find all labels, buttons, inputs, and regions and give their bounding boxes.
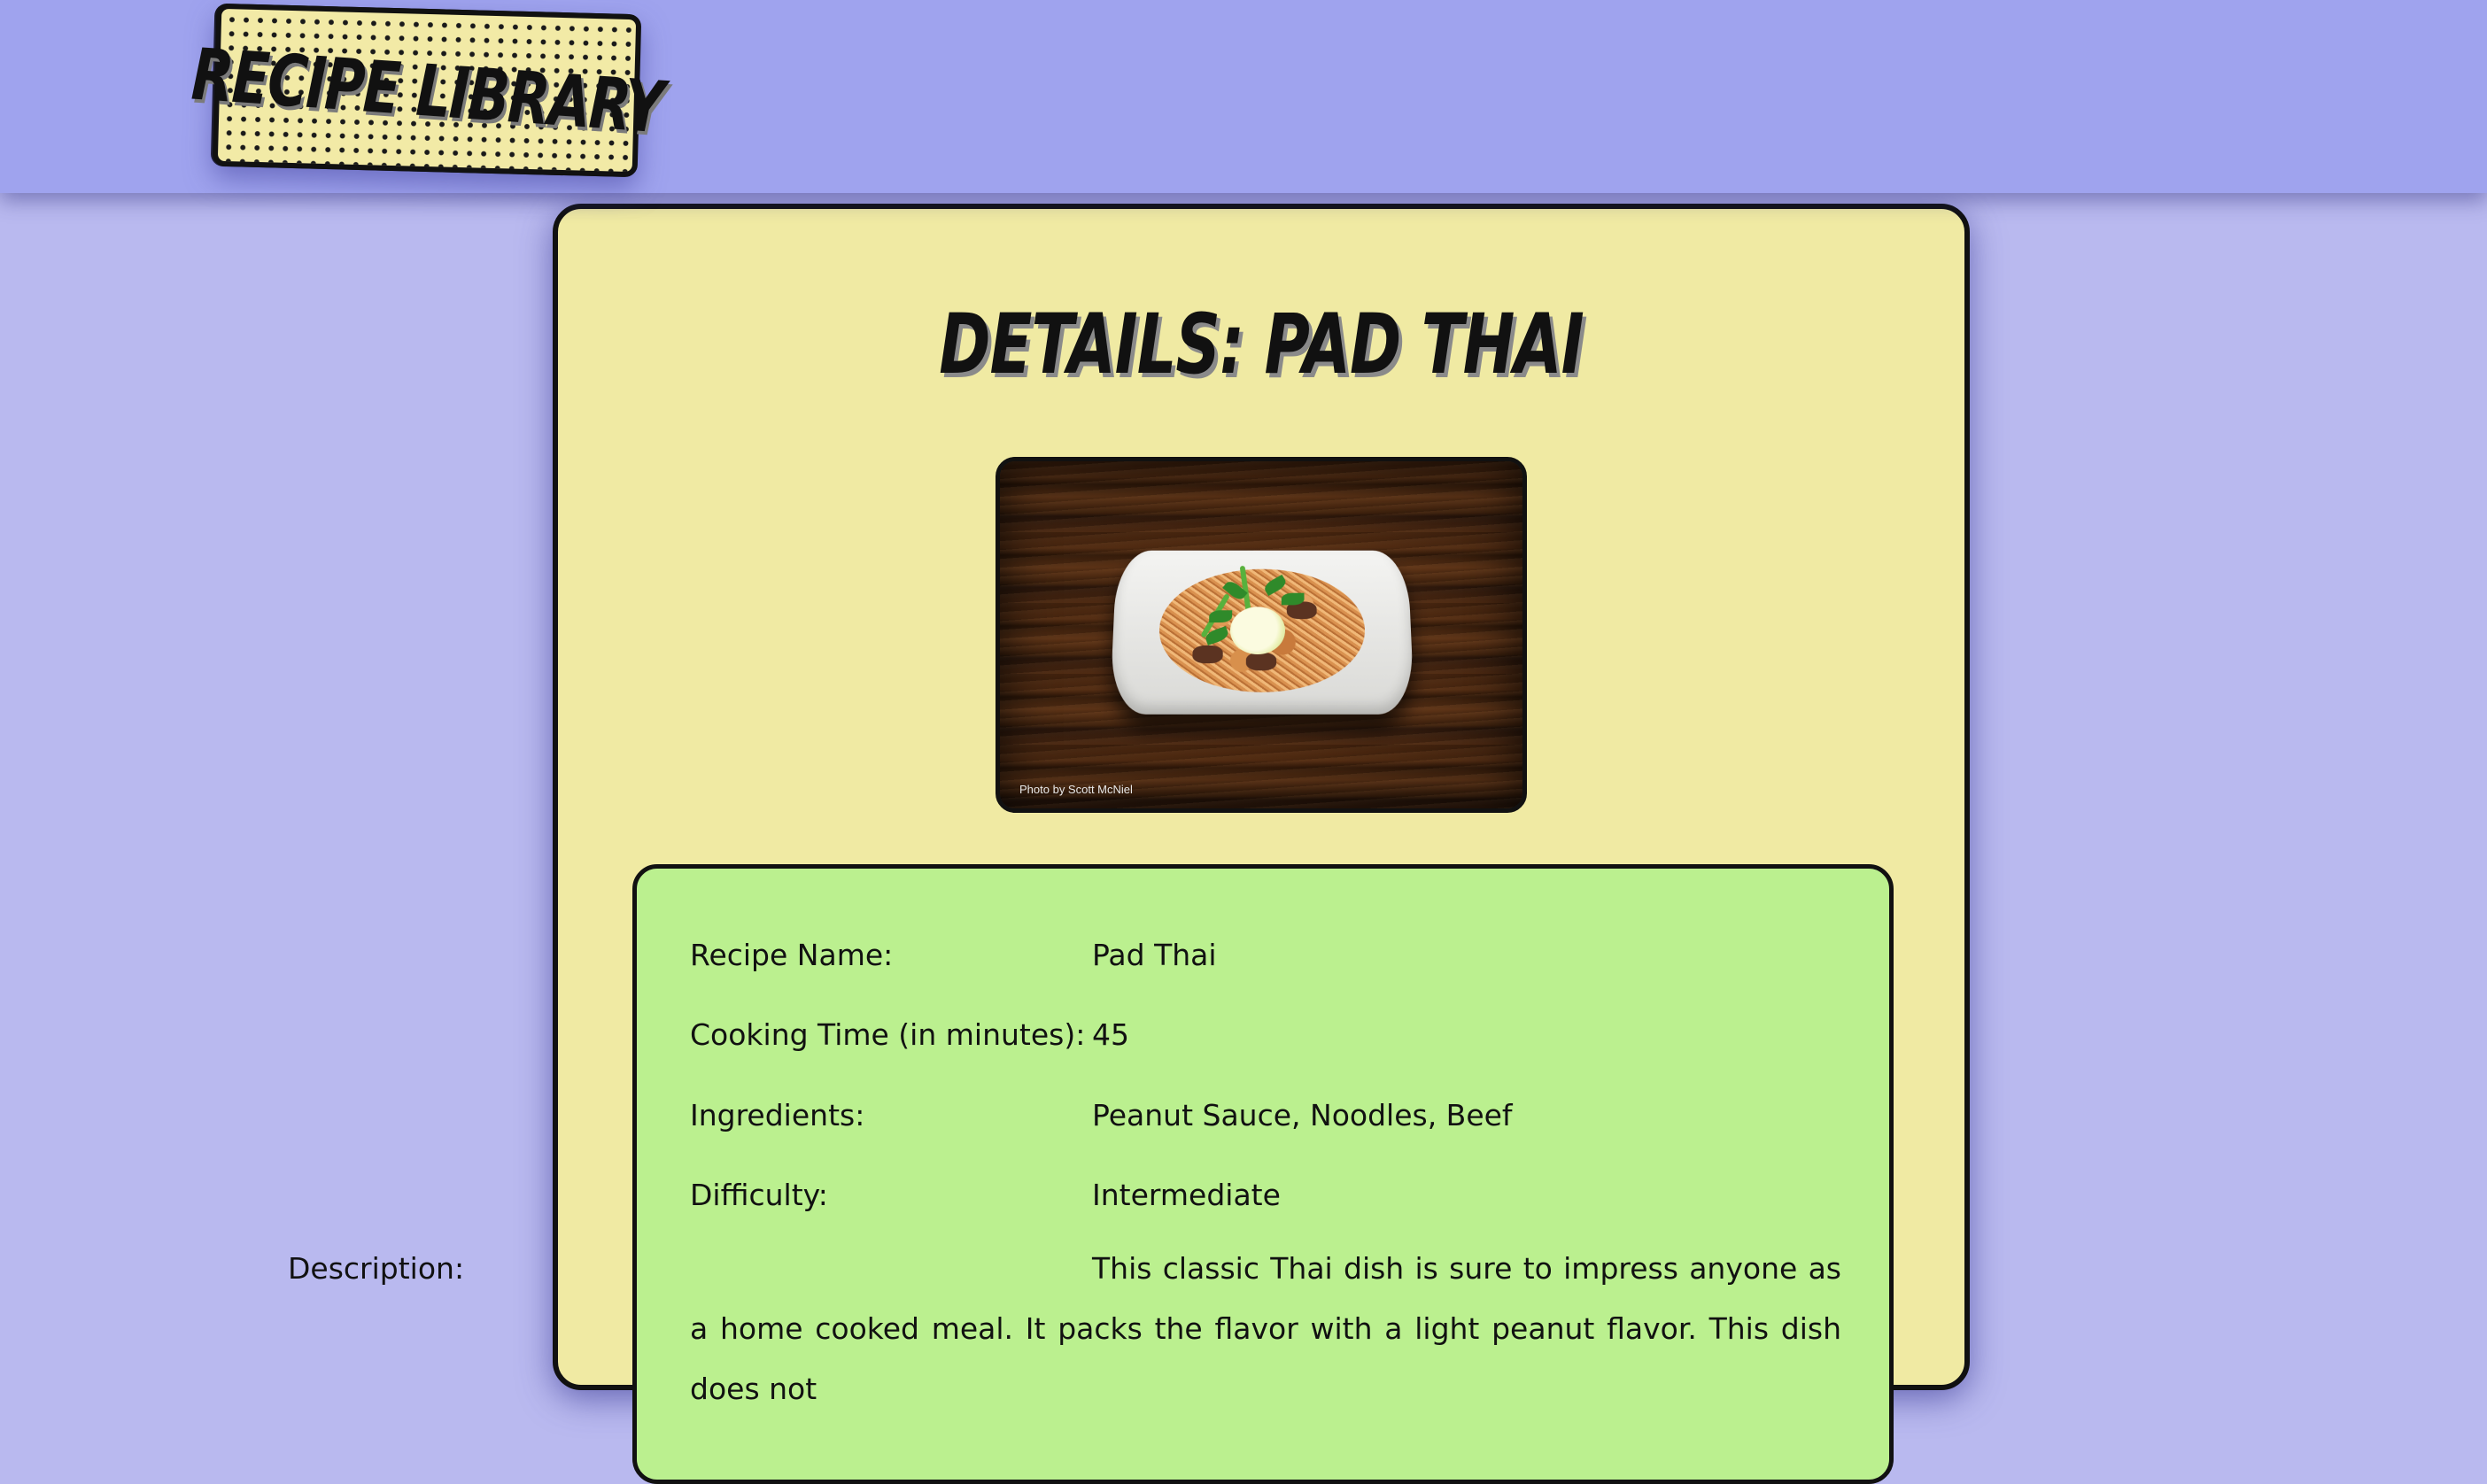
photo-credit: Photo by Scott McNiel bbox=[1019, 783, 1133, 796]
detail-row-description: Description: This classic Thai dish is su… bbox=[690, 1239, 1841, 1419]
beef-piece bbox=[1192, 645, 1223, 663]
cooking-time-label: Cooking Time (in minutes): bbox=[690, 1017, 1085, 1052]
logo-text: RECIPE LIBRARY bbox=[190, 32, 664, 150]
plate-image bbox=[1110, 551, 1414, 715]
difficulty-label: Difficulty: bbox=[690, 1178, 828, 1212]
beef-piece bbox=[1246, 653, 1276, 670]
recipe-photo: Photo by Scott McNiel bbox=[996, 457, 1527, 813]
recipe-details-card: DETAILS: PAD THAI Photo by Scott McNiel … bbox=[553, 204, 1970, 1390]
lime-wedge bbox=[1230, 607, 1285, 654]
recipe-name-label: Recipe Name: bbox=[690, 938, 893, 972]
herb-leaf bbox=[1209, 610, 1232, 622]
page-title: DETAILS: PAD THAI bbox=[558, 298, 1964, 393]
recipe-details-panel: Recipe Name: Pad Thai Cooking Time (in m… bbox=[632, 864, 1894, 1484]
cooking-time-value: 45 bbox=[1092, 1017, 1129, 1052]
ingredients-label: Ingredients: bbox=[690, 1098, 864, 1132]
herb-leaf bbox=[1282, 593, 1305, 606]
logo-link[interactable]: RECIPE LIBRARY bbox=[213, 4, 642, 178]
difficulty-value: Intermediate bbox=[1092, 1178, 1281, 1212]
description-label: Description: bbox=[288, 1239, 464, 1299]
site-header: RECIPE LIBRARY bbox=[0, 0, 2487, 193]
description-value: This classic Thai dish is sure to impres… bbox=[690, 1251, 1841, 1406]
recipe-name-value: Pad Thai bbox=[1092, 938, 1217, 972]
ingredients-value: Peanut Sauce, Noodles, Beef bbox=[1092, 1098, 1513, 1132]
